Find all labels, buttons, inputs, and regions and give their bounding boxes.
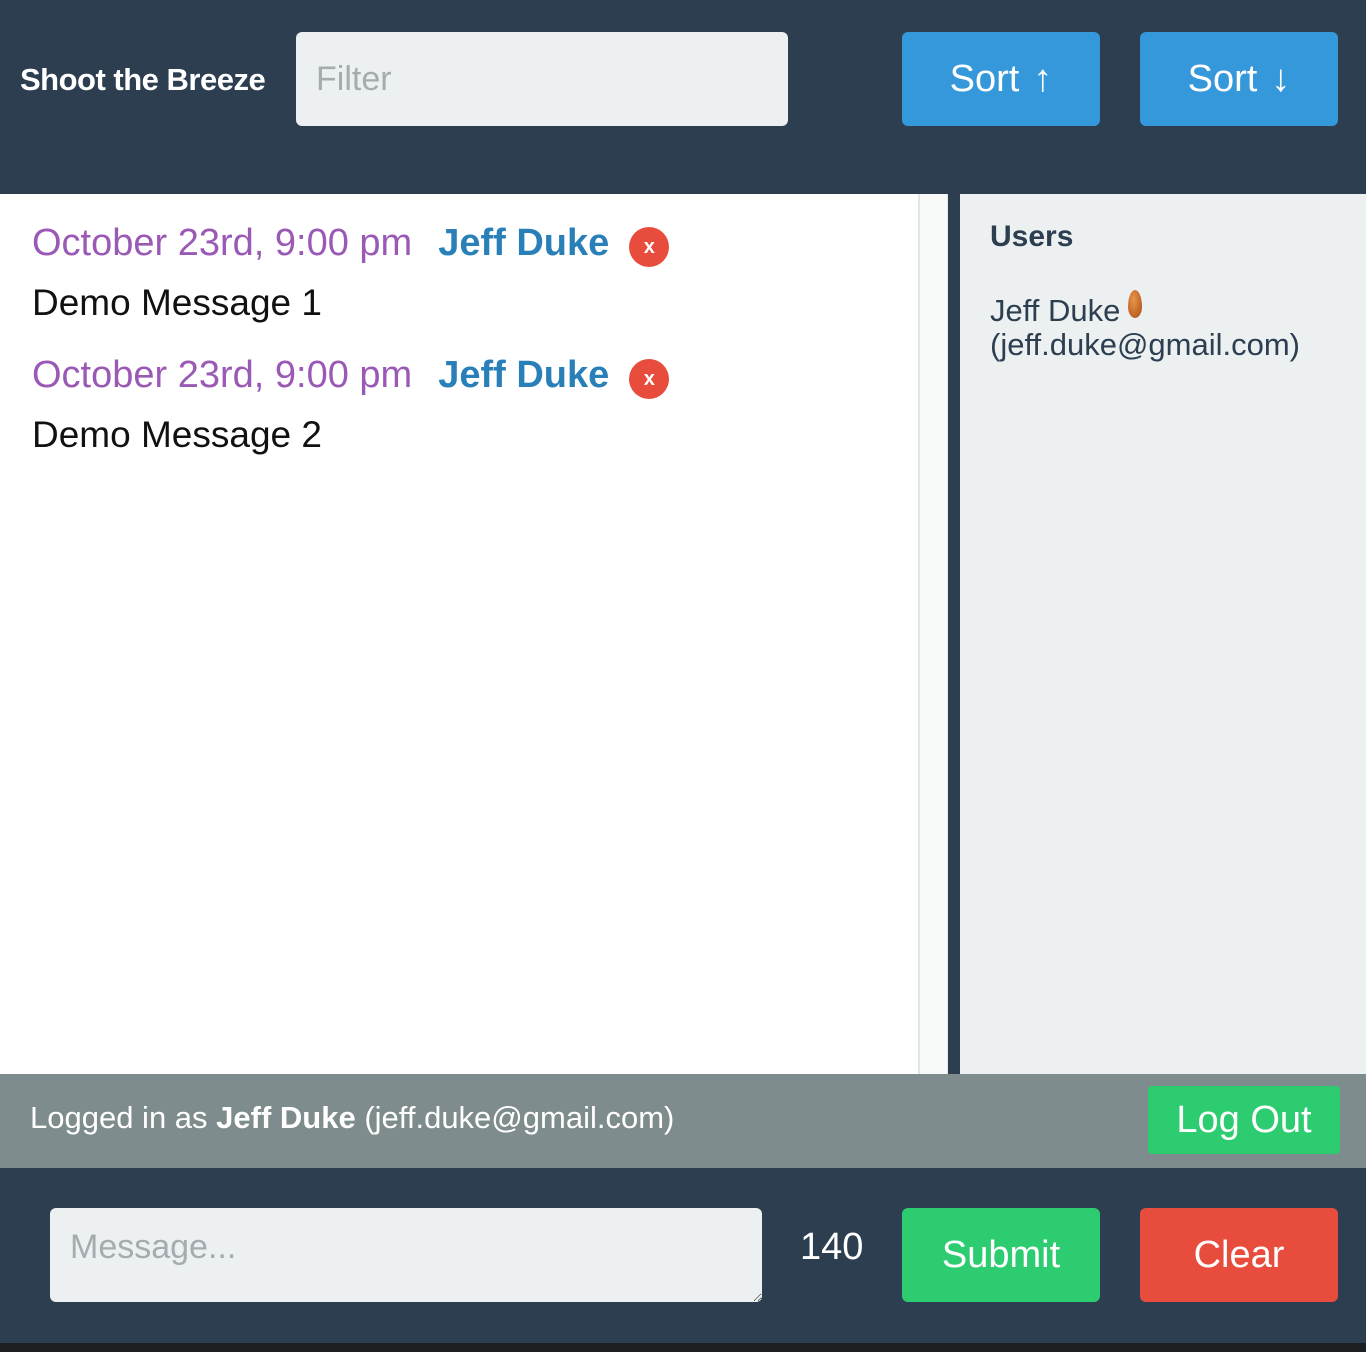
message-text: Demo Message 2	[32, 414, 322, 455]
message-scrollbar[interactable]	[918, 194, 948, 1074]
message-author: Jeff Duke	[438, 221, 610, 264]
user-list-item[interactable]: Jeff Duke (jeff.duke@gmail.com)	[990, 290, 1350, 362]
clear-button[interactable]: Clear	[1140, 1208, 1338, 1302]
sort-descending-label: Sort	[1187, 57, 1258, 100]
users-sidebar: Users Jeff Duke (jeff.duke@gmail.com)	[960, 194, 1366, 1074]
message-item: October 23rd, 9:00 pm Jeff Duke x Demo M…	[32, 350, 670, 456]
message-input[interactable]	[50, 1208, 762, 1302]
message-text: Demo Message 1	[32, 282, 322, 323]
header-bar: Shoot the Breeze Sort ↑ Sort ↓	[0, 0, 1366, 194]
users-heading: Users	[990, 220, 1074, 253]
filter-input[interactable]	[296, 32, 788, 126]
message-author: Jeff Duke	[438, 353, 610, 396]
sort-descending-button[interactable]: Sort ↓	[1140, 32, 1338, 126]
message-meta: October 23rd, 9:00 pm Jeff Duke x	[32, 350, 670, 400]
message-timestamp: October 23rd, 9:00 pm	[32, 221, 413, 264]
delete-message-button[interactable]: x	[629, 227, 670, 267]
arrow-up-icon: ↑	[1033, 58, 1053, 100]
message-meta: October 23rd, 9:00 pm Jeff Duke x	[32, 218, 670, 268]
login-user-name: Jeff Duke	[216, 1100, 356, 1135]
status-bar: Logged in as Jeff Duke (jeff.duke@gmail.…	[0, 1074, 1366, 1168]
message-timestamp: October 23rd, 9:00 pm	[32, 353, 413, 396]
sort-ascending-button[interactable]: Sort ↑	[902, 32, 1100, 126]
login-user-email: (jeff.duke@gmail.com)	[364, 1100, 675, 1135]
delete-message-button[interactable]: x	[629, 359, 670, 399]
message-composer: 140 Submit Clear	[0, 1168, 1366, 1343]
user-email: (jeff.duke@gmail.com)	[990, 327, 1300, 362]
login-status-prefix: Logged in as	[30, 1100, 208, 1135]
character-counter: 140	[800, 1226, 864, 1268]
app-window: Shoot the Breeze Sort ↑ Sort ↓ October 2…	[0, 0, 1366, 1343]
sort-ascending-label: Sort	[949, 57, 1020, 100]
message-list[interactable]: October 23rd, 9:00 pm Jeff Duke x Demo M…	[0, 194, 918, 1074]
app-title: Shoot the Breeze	[20, 62, 266, 97]
user-name: Jeff Duke	[990, 293, 1121, 328]
almond-icon	[1128, 290, 1143, 318]
message-item: October 23rd, 9:00 pm Jeff Duke x Demo M…	[32, 218, 670, 324]
arrow-down-icon: ↓	[1271, 58, 1291, 100]
submit-button[interactable]: Submit	[902, 1208, 1100, 1302]
logout-button[interactable]: Log Out	[1148, 1086, 1340, 1154]
login-status: Logged in as Jeff Duke (jeff.duke@gmail.…	[30, 1100, 674, 1136]
